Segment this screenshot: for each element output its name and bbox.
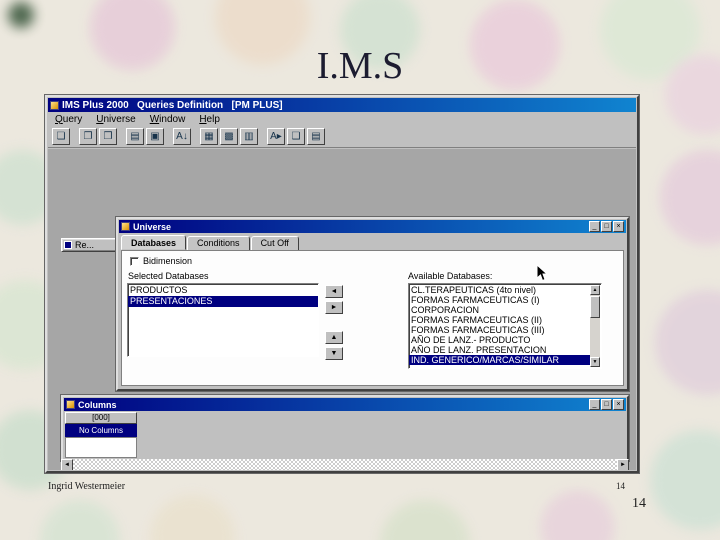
universe-window-icon <box>121 222 130 231</box>
tab-cut-off[interactable]: Cut Off <box>250 236 299 251</box>
checkbox-icon[interactable] <box>130 256 139 266</box>
minimize-button[interactable]: _ <box>589 221 600 232</box>
app-title: IMS Plus 2000 Queries Definition [PM PLU… <box>62 99 283 111</box>
universe-tabs: Databases Conditions Cut Off <box>121 235 300 251</box>
slide: I.M.S IMS Plus 2000 Queries Definition [… <box>0 0 720 540</box>
list-item[interactable]: PRESENTACIONES <box>128 296 318 307</box>
mouse-cursor <box>536 263 549 287</box>
menu-bar: Query Universe Window Help <box>48 112 636 126</box>
columns-grid-header[interactable]: [000] <box>65 412 137 424</box>
scrollbar-thumb[interactable] <box>590 296 600 318</box>
bidimension-label: Bidimension <box>143 256 193 266</box>
background-window-title: Re... <box>75 240 95 250</box>
toolbar: ❏ ❐ ❒ ▤ ▣ A↓ ▦ ▩ ▥ A▸ ❑ ▤ <box>48 126 636 148</box>
minimize-button[interactable]: _ <box>589 399 600 410</box>
available-databases-list[interactable]: ▲ ▼ CL.TERAPEUTICAS (4to nivel) FORMAS FA… <box>408 283 602 369</box>
maximize-button[interactable]: □ <box>601 399 612 410</box>
columns-titlebar[interactable]: Columns _ □ × <box>64 398 626 411</box>
pill-shape <box>650 430 720 530</box>
footer-author: Ingrid Westermeier <box>48 481 126 492</box>
move-left-button[interactable]: ◄ <box>325 285 343 298</box>
app-titlebar[interactable]: IMS Plus 2000 Queries Definition [PM PLU… <box>48 98 636 112</box>
slide-title: I.M.S <box>316 45 404 87</box>
save-query-icon[interactable]: ❒ <box>99 128 117 145</box>
tab-conditions[interactable]: Conditions <box>187 236 250 251</box>
pill-shape <box>660 150 720 245</box>
columns-window-controls: _ □ × <box>589 399 624 410</box>
menu-universe[interactable]: Universe <box>89 114 142 125</box>
app-icon <box>50 100 59 110</box>
menu-query[interactable]: Query <box>48 114 89 125</box>
open-query-icon[interactable]: ❐ <box>79 128 97 145</box>
horizontal-scrollbar[interactable]: ◄ ► <box>61 459 629 470</box>
pill-shape <box>150 495 235 540</box>
bidimension-checkbox[interactable]: Bidimension <box>130 256 192 266</box>
app-window: IMS Plus 2000 Queries Definition [PM PLU… <box>45 95 639 473</box>
list-item[interactable]: CL.TERAPEUTICAS (4to nivel) <box>409 285 591 295</box>
close-button[interactable]: × <box>613 399 624 410</box>
move-right-button[interactable]: ► <box>325 301 343 314</box>
databases-tab-page: Bidimension Selected Databases PRODUCTOS… <box>121 250 624 386</box>
scroll-right-icon[interactable]: ► <box>617 459 629 470</box>
mdi-client-area: Re... Universe _ □ × Databases Conditions Cu… <box>48 149 636 470</box>
window-icon <box>64 241 72 249</box>
columns-grid-empty-cell[interactable] <box>65 437 137 458</box>
footer-number: 14 <box>616 481 625 491</box>
list-item[interactable]: IND. GENERICO/MARCAS/SIMILAR <box>409 355 591 365</box>
print-data-icon[interactable]: ▤ <box>307 128 325 145</box>
list-item[interactable]: CORPORACION <box>409 305 591 315</box>
selected-databases-list[interactable]: PRODUCTOS PRESENTACIONES <box>127 283 319 357</box>
columns-title: Columns <box>78 399 117 410</box>
sort-az-icon[interactable]: A↓ <box>173 128 191 145</box>
universe-titlebar[interactable]: Universe _ □ × <box>119 220 626 233</box>
columns-grid-row[interactable]: No Columns <box>65 424 137 437</box>
maximize-button[interactable]: □ <box>601 221 612 232</box>
available-list-scrollbar[interactable]: ▲ ▼ <box>590 285 600 367</box>
menu-window[interactable]: Window <box>143 114 193 125</box>
summary-view-icon[interactable]: ▥ <box>240 128 258 145</box>
list-item[interactable]: FORMAS FARMACEUTICAS (II) <box>409 315 591 325</box>
columns-window-icon <box>66 400 75 409</box>
list-item[interactable]: PRODUCTOS <box>128 285 318 296</box>
scroll-up-icon[interactable]: ▲ <box>590 285 600 295</box>
universe-title: Universe <box>133 221 172 232</box>
font-run-icon[interactable]: A▸ <box>267 128 285 145</box>
scroll-down-icon[interactable]: ▼ <box>590 357 600 367</box>
list-item[interactable]: FORMAS FARMACEUTICAS (I) <box>409 295 591 305</box>
cascade-windows-icon[interactable]: ❑ <box>287 128 305 145</box>
universe-window-controls: _ □ × <box>589 221 624 232</box>
list-item[interactable]: AÑO DE LANZ. PRESENTACION <box>409 345 591 355</box>
close-button[interactable]: × <box>613 221 624 232</box>
grid-view-icon[interactable]: ▩ <box>220 128 238 145</box>
tab-databases[interactable]: Databases <box>121 235 187 250</box>
preview-icon[interactable]: ▣ <box>146 128 164 145</box>
pill-shape <box>8 2 34 28</box>
pill-shape <box>540 490 615 540</box>
pill-shape <box>655 290 720 395</box>
list-item[interactable]: FORMAS FARMACEUTICAS (III) <box>409 325 591 335</box>
pill-shape <box>40 500 120 540</box>
print-icon[interactable]: ▤ <box>126 128 144 145</box>
columns-window: Columns _ □ × [000] No Columns <box>61 395 629 461</box>
page-number: 14 <box>632 496 646 511</box>
new-document-icon[interactable]: ❏ <box>52 128 70 145</box>
table-view-icon[interactable]: ▦ <box>200 128 218 145</box>
move-down-button[interactable]: ▼ <box>325 347 343 360</box>
available-databases-label: Available Databases: <box>408 271 493 281</box>
universe-window: Universe _ □ × Databases Conditions Cut Off … <box>116 217 629 391</box>
selected-databases-label: Selected Databases <box>128 271 209 281</box>
pill-shape <box>380 500 470 540</box>
menu-help[interactable]: Help <box>192 114 227 125</box>
list-item[interactable]: AÑO DE LANZ.- PRODUCTO <box>409 335 591 345</box>
background-window-fragment[interactable]: Re... <box>61 238 117 252</box>
move-up-button[interactable]: ▲ <box>325 331 343 344</box>
scroll-left-icon[interactable]: ◄ <box>61 459 73 470</box>
